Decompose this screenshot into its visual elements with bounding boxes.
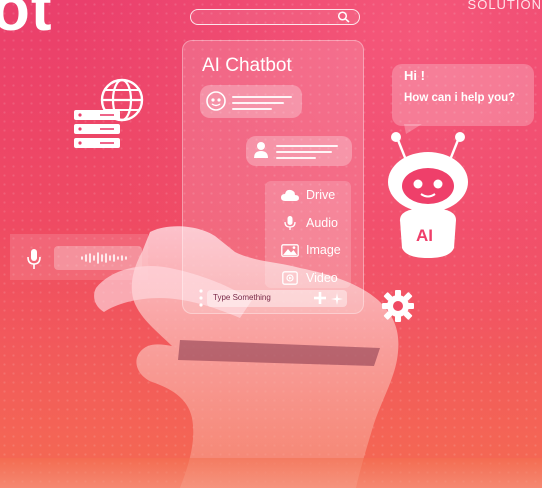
menu-item-video[interactable]: Video	[281, 267, 338, 289]
hero-scene: ot SOLUTION AI Chatbot Drive Audio Image…	[0, 0, 542, 488]
menu-item-label: Drive	[306, 188, 336, 202]
message-input-placeholder: Type Something	[213, 293, 271, 302]
user-icon	[252, 140, 270, 165]
menu-item-label: Video	[306, 271, 338, 285]
robot-icon: AI	[378, 130, 478, 265]
speech-line-question: How can i help you?	[404, 92, 516, 104]
bot-avatar-icon	[205, 90, 227, 117]
menu-item-drive[interactable]: Drive	[281, 184, 335, 206]
message-line	[276, 157, 316, 159]
plus-icon[interactable]	[313, 291, 327, 310]
speech-line-greeting: Hi !	[404, 68, 425, 83]
video-icon	[281, 271, 299, 285]
phone-title: AI Chatbot	[202, 55, 292, 76]
message-line	[276, 145, 338, 147]
sparkle-icon	[331, 292, 343, 310]
menu-item-image[interactable]: Image	[281, 239, 341, 261]
image-icon	[281, 243, 299, 257]
message-line	[232, 96, 292, 98]
menu-item-label: Image	[306, 243, 341, 257]
message-line	[232, 102, 284, 104]
message-input[interactable]: Type Something	[207, 290, 347, 307]
message-line	[276, 151, 332, 153]
robot-badge: AI	[416, 226, 433, 245]
menu-item-audio[interactable]: Audio	[281, 212, 338, 234]
cloud-icon	[281, 188, 299, 202]
microphone-icon	[281, 216, 299, 230]
menu-dots-icon	[198, 288, 204, 313]
menu-item-label: Audio	[306, 216, 338, 230]
message-line	[232, 108, 272, 110]
gear-icon	[381, 289, 415, 328]
bottom-band	[0, 458, 542, 488]
